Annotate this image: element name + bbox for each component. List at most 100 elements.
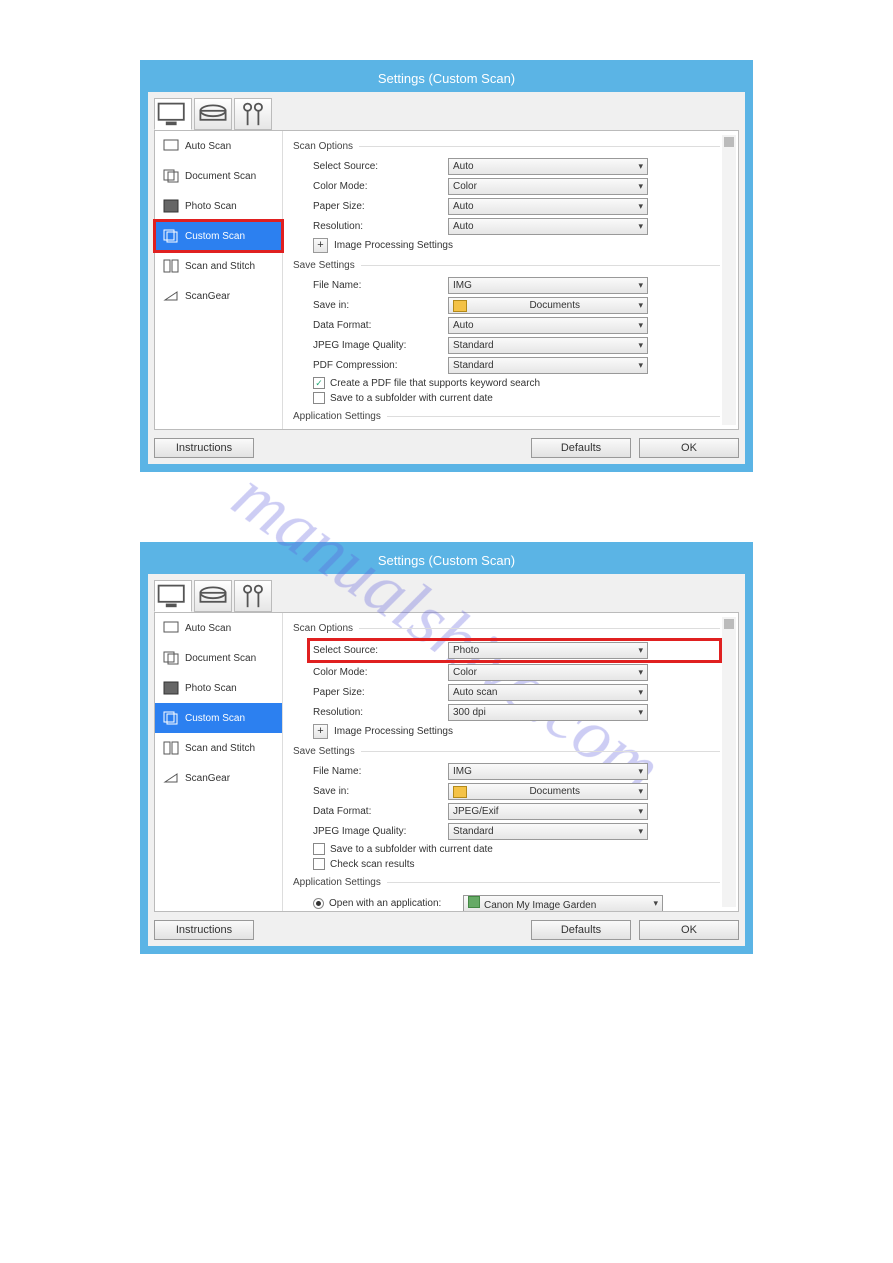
chevron-down-icon: ▾: [638, 645, 643, 656]
instructions-button[interactable]: Instructions: [154, 920, 254, 940]
sidebar-item-label: Auto Scan: [185, 623, 231, 634]
subfolder-date-checkbox[interactable]: [313, 843, 325, 855]
color-mode-dropdown[interactable]: Color▾: [448, 664, 648, 681]
pdf-compression-dropdown[interactable]: Standard▾: [448, 357, 648, 374]
application-settings-group: Application Settings Open with an applic…: [293, 877, 720, 911]
chevron-down-icon: ▾: [638, 320, 643, 331]
sidebar-item-scan-and-stitch[interactable]: Scan and Stitch: [155, 733, 282, 763]
sidebar-item-custom-scan[interactable]: Custom Scan: [155, 703, 282, 733]
sidebar-item-label: ScanGear: [185, 291, 230, 302]
save-in-label: Save in:: [313, 300, 448, 311]
open-with-application-radio[interactable]: [313, 898, 324, 909]
select-source-label: Select Source:: [313, 161, 448, 172]
sidebar-item-scangear[interactable]: ScanGear: [155, 281, 282, 311]
sidebar-item-scan-and-stitch[interactable]: Scan and Stitch: [155, 251, 282, 281]
sidebar-item-document-scan[interactable]: Document Scan: [155, 643, 282, 673]
select-source-label: Select Source:: [313, 645, 448, 656]
jpeg-quality-dropdown[interactable]: Standard▾: [448, 337, 648, 354]
chevron-down-icon: ▾: [638, 766, 643, 777]
subfolder-date-label: Save to a subfolder with current date: [330, 393, 493, 404]
save-in-dropdown[interactable]: Documents▾: [448, 297, 648, 314]
sidebar-item-scangear[interactable]: ScanGear: [155, 763, 282, 793]
scan-options-legend: Scan Options: [293, 623, 359, 634]
chevron-down-icon: ▾: [638, 280, 643, 291]
file-name-field[interactable]: IMG▾: [448, 763, 648, 780]
check-scan-results-label: Check scan results: [330, 859, 414, 870]
ok-button[interactable]: OK: [639, 920, 739, 940]
chevron-down-icon: ▾: [638, 687, 643, 698]
chevron-down-icon: ▾: [653, 898, 658, 909]
sidebar-item-label: Photo Scan: [185, 201, 237, 212]
top-tabs: [148, 574, 745, 612]
pdf-keyword-label: Create a PDF file that supports keyword …: [330, 378, 540, 389]
sidebar-item-auto-scan[interactable]: Auto Scan: [155, 131, 282, 161]
resolution-dropdown[interactable]: Auto▾: [448, 218, 648, 235]
tab-scan-from-panel[interactable]: [194, 580, 232, 612]
check-scan-results-checkbox[interactable]: [313, 858, 325, 870]
expand-image-processing-button[interactable]: +: [313, 238, 328, 253]
tab-general-settings[interactable]: [234, 580, 272, 612]
sidebar-item-custom-scan[interactable]: Custom Scan: [155, 221, 282, 251]
chevron-down-icon: ▾: [638, 667, 643, 678]
subfolder-date-label: Save to a subfolder with current date: [330, 844, 493, 855]
top-tabs: [148, 92, 745, 130]
expand-image-processing-button[interactable]: +: [313, 724, 328, 739]
pdf-keyword-checkbox[interactable]: ✓: [313, 377, 325, 389]
instructions-button[interactable]: Instructions: [154, 438, 254, 458]
jpeg-quality-dropdown[interactable]: Standard▾: [448, 823, 648, 840]
scrollbar[interactable]: [722, 617, 736, 907]
sidebar-item-label: ScanGear: [185, 773, 230, 784]
chevron-down-icon: ▾: [638, 826, 643, 837]
scan-options-group: Scan Options Select Source:Photo▾ Color …: [293, 623, 720, 742]
sidebar-item-label: Photo Scan: [185, 683, 237, 694]
sidebar-item-photo-scan[interactable]: Photo Scan: [155, 191, 282, 221]
subfolder-date-checkbox[interactable]: [313, 392, 325, 404]
save-settings-group: Save Settings File Name:IMG▾ Save in:Doc…: [293, 746, 720, 873]
scrollbar-thumb[interactable]: [724, 137, 734, 147]
sidebar-item-label: Document Scan: [185, 171, 256, 182]
scrollbar[interactable]: [722, 135, 736, 425]
tab-scan-from-computer[interactable]: [154, 580, 192, 612]
paper-size-label: Paper Size:: [313, 201, 448, 212]
file-name-label: File Name:: [313, 766, 448, 777]
save-in-dropdown[interactable]: Documents▾: [448, 783, 648, 800]
ok-button[interactable]: OK: [639, 438, 739, 458]
application-settings-legend: Application Settings: [293, 877, 387, 888]
save-settings-group: Save Settings File Name:IMG▾ Save in:Doc…: [293, 260, 720, 407]
resolution-dropdown[interactable]: 300 dpi▾: [448, 704, 648, 721]
sidebar-item-document-scan[interactable]: Document Scan: [155, 161, 282, 191]
scrollbar-thumb[interactable]: [724, 619, 734, 629]
tab-general-settings[interactable]: [234, 98, 272, 130]
chevron-down-icon: ▾: [638, 181, 643, 192]
paper-size-dropdown[interactable]: Auto▾: [448, 198, 648, 215]
settings-window-1: Settings (Custom Scan) Auto Scan Documen…: [140, 60, 753, 472]
tab-scan-from-computer[interactable]: [154, 98, 192, 130]
sidebar-item-auto-scan[interactable]: Auto Scan: [155, 613, 282, 643]
chevron-down-icon: ▾: [638, 786, 643, 797]
image-processing-label: Image Processing Settings: [334, 240, 453, 251]
resolution-label: Resolution:: [313, 221, 448, 232]
file-name-field[interactable]: IMG▾: [448, 277, 648, 294]
sidebar: Auto Scan Document Scan Photo Scan Custo…: [155, 131, 283, 429]
data-format-dropdown[interactable]: JPEG/Exif▾: [448, 803, 648, 820]
chevron-down-icon: ▾: [638, 360, 643, 371]
sidebar-item-label: Custom Scan: [185, 231, 245, 242]
select-source-dropdown[interactable]: Auto▾: [448, 158, 648, 175]
defaults-button[interactable]: Defaults: [531, 920, 631, 940]
content-pane: Scan Options Select Source:Auto▾ Color M…: [283, 131, 738, 429]
image-processing-label: Image Processing Settings: [334, 726, 453, 737]
data-format-label: Data Format:: [313, 806, 448, 817]
color-mode-dropdown[interactable]: Color▾: [448, 178, 648, 195]
chevron-down-icon: ▾: [638, 300, 643, 311]
select-source-dropdown[interactable]: Photo▾: [448, 642, 648, 659]
data-format-dropdown[interactable]: Auto▾: [448, 317, 648, 334]
settings-window-2: Settings (Custom Scan) Auto Scan Documen…: [140, 542, 753, 954]
open-with-application-dropdown[interactable]: Canon My Image Garden▾: [463, 895, 663, 911]
tab-scan-from-panel[interactable]: [194, 98, 232, 130]
open-with-application-label: Open with an application:: [329, 898, 458, 909]
scan-options-group: Scan Options Select Source:Auto▾ Color M…: [293, 141, 720, 256]
sidebar-item-photo-scan[interactable]: Photo Scan: [155, 673, 282, 703]
paper-size-dropdown[interactable]: Auto scan▾: [448, 684, 648, 701]
chevron-down-icon: ▾: [638, 201, 643, 212]
defaults-button[interactable]: Defaults: [531, 438, 631, 458]
